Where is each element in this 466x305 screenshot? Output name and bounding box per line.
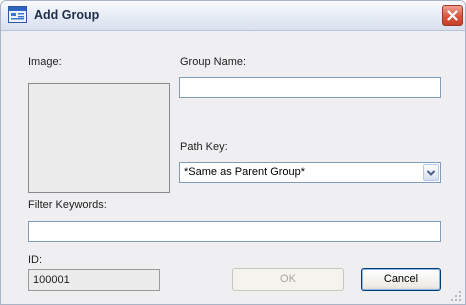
group-image-box[interactable] [28, 83, 170, 193]
chevron-down-icon [426, 170, 436, 176]
dialog-body: Image: Group Name: Path Key: *Same as Pa… [1, 31, 465, 304]
group-name-input[interactable] [179, 77, 441, 98]
add-group-dialog: Add Group Image: Group Name: Path Key: *… [0, 0, 466, 305]
path-key-selected: *Same as Parent Group* [184, 166, 306, 178]
image-label: Image: [28, 56, 62, 68]
ok-button[interactable]: OK [232, 268, 344, 291]
resize-grip-icon[interactable] [450, 290, 462, 302]
dropdown-button[interactable] [423, 164, 439, 181]
close-icon [447, 10, 458, 21]
filter-keywords-label: Filter Keywords: [28, 199, 107, 211]
group-name-label: Group Name: [180, 56, 247, 68]
path-key-dropdown[interactable]: *Same as Parent Group* [179, 162, 441, 183]
close-button[interactable] [442, 5, 463, 26]
cancel-button[interactable]: Cancel [361, 268, 441, 291]
title-bar[interactable]: Add Group [1, 1, 465, 31]
path-key-label: Path Key: [180, 141, 228, 153]
filter-keywords-input[interactable] [28, 221, 441, 242]
dialog-icon [8, 6, 27, 23]
dialog-title: Add Group [34, 8, 100, 22]
id-label: ID: [28, 254, 43, 266]
id-field: 100001 [28, 269, 160, 291]
